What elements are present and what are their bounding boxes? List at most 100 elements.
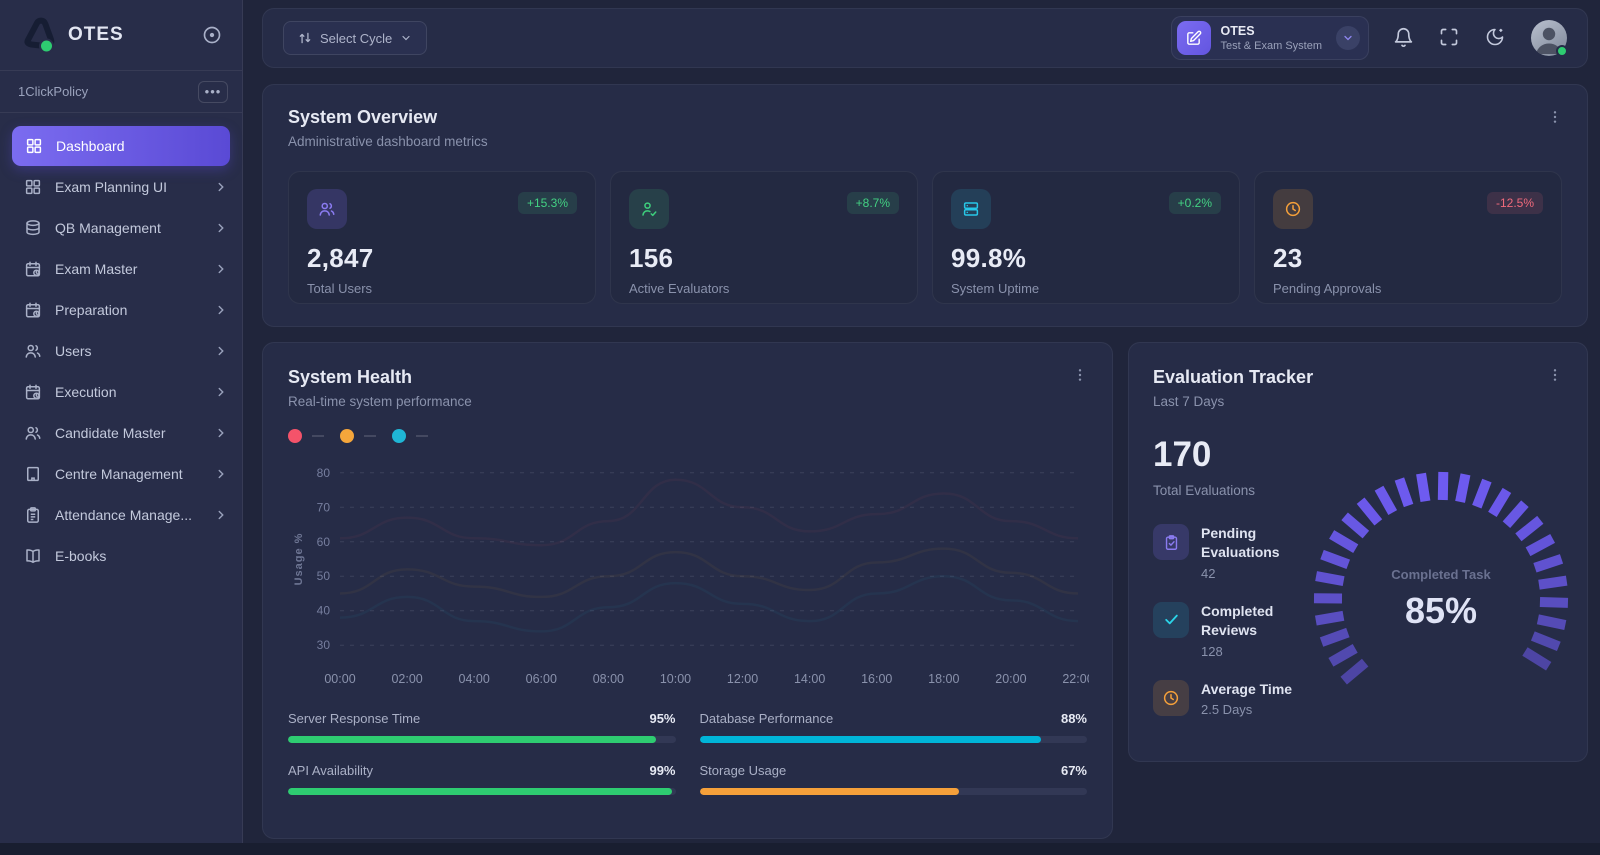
sidebar-item-exam-master[interactable]: Exam Master (0, 249, 242, 289)
users-icon (24, 424, 43, 443)
legend-series-dot[interactable] (392, 429, 406, 443)
sidebar-item-label: Execution (55, 384, 117, 400)
svg-text:70: 70 (317, 500, 331, 514)
workspace-menu-button[interactable]: ••• (198, 80, 228, 103)
calendar-icon (24, 383, 43, 402)
workspace-row: 1ClickPolicy ••• (0, 71, 242, 113)
health-metrics: Server Response Time 95% Database Performa… (288, 711, 1087, 795)
section-subtitle: Real-time system performance (288, 394, 472, 409)
main-content: Select Cycle OTES Test & Exam System Sys… (243, 0, 1600, 855)
sidebar-item-label: Users (55, 343, 92, 359)
kebab-menu-icon[interactable] (1070, 365, 1090, 385)
legend-series-dot[interactable] (340, 429, 354, 443)
evaluation-tracker-section: Evaluation Tracker Last 7 Days 170 Total… (1128, 342, 1588, 762)
stat-card-pending-approvals[interactable]: -12.5% 23 Pending Approvals (1254, 171, 1562, 304)
app-switcher-title: OTES (1220, 24, 1255, 38)
app-switcher[interactable]: OTES Test & Exam System (1170, 16, 1369, 60)
metric-label: Database Performance (699, 711, 834, 726)
svg-text:06:00: 06:00 (526, 672, 557, 686)
usage-line-chart: Usage % 80 70 60 50 40 30 00:00 02:00 04:00 06:00 0… (288, 447, 1089, 695)
svg-text:10:00: 10:00 (660, 672, 691, 686)
user-avatar[interactable] (1531, 20, 1568, 57)
logo-text: OTES (68, 24, 124, 45)
sidebar-collapse-icon[interactable] (200, 23, 224, 47)
stat-label: Pending Approvals (1273, 281, 1382, 296)
select-cycle-dropdown[interactable]: Select Cycle (283, 21, 428, 55)
metric-label: Server Response Time (288, 711, 421, 726)
sidebar-item-label: Preparation (55, 302, 128, 318)
sidebar-item-label: Exam Master (55, 261, 138, 277)
legend-series-dot[interactable] (288, 429, 302, 443)
svg-text:08:00: 08:00 (593, 672, 624, 686)
app-switcher-subtitle: Test & Exam System (1220, 40, 1322, 52)
metric-server-response-time: Server Response Time 95% (288, 711, 676, 743)
sidebar-item-dashboard[interactable]: Dashboard (12, 126, 230, 166)
svg-text:04:00: 04:00 (459, 672, 490, 686)
sidebar-menu: Dashboard Exam Planning UI QB Management Ex… (0, 113, 242, 577)
sidebar-item-execution[interactable]: Execution (0, 372, 242, 412)
tracker-item-value: 128 (1201, 643, 1223, 659)
sidebar-item-e-books[interactable]: E-books (0, 536, 242, 576)
kebab-menu-icon[interactable] (1545, 107, 1565, 127)
section-title: System Health (288, 367, 413, 387)
stat-card-active-evaluators[interactable]: +8.7% 156 Active Evaluators (610, 171, 918, 304)
calendar-icon (24, 301, 43, 320)
topbar: Select Cycle OTES Test & Exam System (262, 8, 1588, 68)
chevron-right-icon (214, 426, 228, 440)
system-overview-section: System Overview Administrative dashboard… (262, 84, 1588, 327)
tracker-item-label: Average Time (1201, 680, 1293, 697)
metric-value: 88% (1060, 711, 1087, 726)
sidebar-item-centre-management[interactable]: Centre Management (0, 454, 242, 494)
section-title: Evaluation Tracker (1153, 367, 1314, 387)
sidebar-logo-row: OTES (0, 0, 242, 71)
sidebar-item-label: Attendance Manage... (55, 507, 192, 523)
sidebar-item-label: Candidate Master (55, 425, 166, 441)
clipboard-icon (24, 506, 43, 525)
stat-label: System Uptime (951, 281, 1040, 296)
system-health-section: System Health Real-time system performan… (262, 342, 1113, 839)
metric-progress-bar (288, 788, 676, 795)
otes-logo-icon (18, 15, 58, 55)
sidebar-item-preparation[interactable]: Preparation (0, 290, 242, 330)
notifications-bell-icon[interactable] (1393, 27, 1415, 49)
sidebar-item-attendance-manage[interactable]: Attendance Manage... (0, 495, 242, 535)
trend-badge: +15.3% (517, 192, 577, 214)
section-title: System Overview (288, 107, 438, 127)
svg-text:60: 60 (317, 535, 331, 549)
metric-label: Storage Usage (699, 763, 787, 778)
sidebar-item-qb-management[interactable]: QB Management (0, 208, 242, 248)
stat-value: 156 (629, 243, 674, 273)
section-subtitle: Administrative dashboard metrics (288, 134, 488, 149)
metric-progress-bar (699, 788, 1087, 795)
sidebar-item-users[interactable]: Users (0, 331, 242, 371)
stat-label: Total Users (307, 281, 373, 296)
legend-series-dash (416, 435, 428, 437)
metric-label: API Availability (288, 763, 374, 778)
svg-text:14:00: 14:00 (794, 672, 825, 686)
chevron-right-icon (214, 385, 228, 399)
svg-text:00:00: 00:00 (324, 672, 355, 686)
trend-badge: -12.5% (1486, 192, 1543, 214)
stat-card-system-uptime[interactable]: +0.2% 99.8% System Uptime (932, 171, 1240, 304)
svg-text:40: 40 (317, 604, 331, 618)
svg-text:02:00: 02:00 (391, 672, 422, 686)
chevron-right-icon (214, 180, 228, 194)
edit-icon (1176, 21, 1211, 55)
dark-mode-moon-icon[interactable] (1485, 27, 1507, 49)
sidebar-item-exam-planning-ui[interactable]: Exam Planning UI (0, 167, 242, 207)
kebab-menu-icon[interactable] (1545, 365, 1565, 385)
select-cycle-label: Select Cycle (320, 30, 393, 46)
legend-series-dash (364, 435, 376, 437)
book-icon (24, 547, 43, 566)
legend-series-dash (312, 435, 324, 437)
metric-value: 67% (1060, 763, 1087, 778)
fullscreen-icon[interactable] (1439, 27, 1461, 49)
sidebar-item-candidate-master[interactable]: Candidate Master (0, 413, 242, 453)
building-icon (24, 465, 43, 484)
grid-icon (25, 137, 44, 156)
svg-text:16:00: 16:00 (861, 672, 892, 686)
stat-card-total-users[interactable]: +15.3% 2,847 Total Users (288, 171, 596, 304)
sidebar-item-label: Exam Planning UI (55, 179, 168, 195)
stat-value: 99.8% (951, 243, 1027, 273)
stat-card-grid: +15.3% 2,847 Total Users +8.7% 156 Active Eva… (288, 171, 1562, 304)
